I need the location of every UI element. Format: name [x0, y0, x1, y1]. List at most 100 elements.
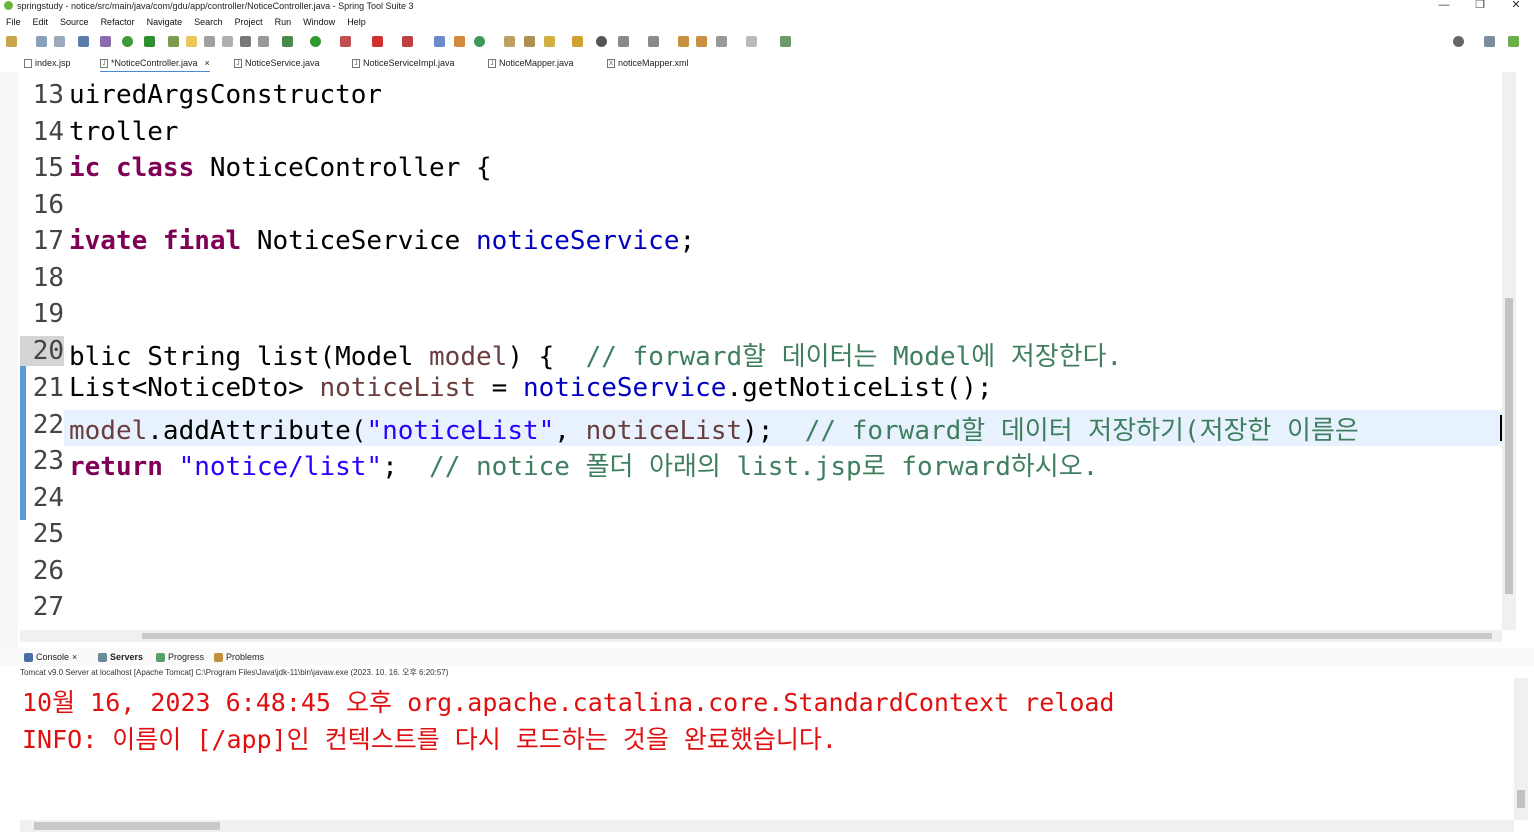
menu-search[interactable]: Search — [188, 14, 229, 30]
code-text: ); — [742, 416, 805, 446]
open-folder-icon[interactable] — [572, 36, 583, 47]
tab-notice-mapper-xml[interactable]: X noticeMapper.xml — [607, 55, 689, 71]
line-number: 23 — [32, 446, 64, 476]
servers-icon — [98, 652, 107, 662]
menu-run[interactable]: Run — [269, 14, 298, 30]
terminal-icon[interactable] — [78, 36, 89, 47]
tab-notice-service[interactable]: J NoticeService.java — [234, 55, 320, 71]
tab-label: Problems — [226, 652, 265, 662]
editor-horizontal-scrollbar[interactable] — [20, 630, 1502, 642]
console-vertical-scrollbar[interactable] — [1514, 678, 1528, 820]
restore-button[interactable]: ❐ — [1462, 0, 1498, 12]
code-text: NoticeService — [241, 226, 476, 256]
scroll-thumb[interactable] — [142, 633, 1492, 639]
tab-servers[interactable]: Servers — [98, 650, 143, 664]
boot-dashboard-icon[interactable] — [122, 36, 133, 47]
java-file-icon: J — [100, 58, 108, 68]
last-edit-icon[interactable] — [678, 36, 689, 47]
tab-notice-service-impl[interactable]: J NoticeServiceImpl.java — [352, 55, 455, 71]
scroll-thumb[interactable] — [34, 822, 220, 830]
open-perspective-icon[interactable] — [1484, 36, 1495, 47]
menu-window[interactable]: Window — [297, 14, 341, 30]
code-text: blic String list(Model — [69, 342, 430, 372]
close-window-button[interactable]: ✕ — [1498, 0, 1534, 12]
tab-console[interactable]: Console × — [24, 650, 77, 664]
close-tab-icon[interactable]: × — [72, 650, 77, 664]
link-icon[interactable] — [100, 36, 111, 47]
previous-annotation-icon[interactable] — [648, 36, 659, 47]
open-resource-icon[interactable] — [524, 36, 535, 47]
refresh-icon[interactable] — [144, 36, 155, 47]
toggle-icon[interactable] — [204, 36, 215, 47]
console-horizontal-scrollbar[interactable] — [20, 820, 1514, 832]
title-bar: springstudy - notice/src/main/java/com/g… — [0, 0, 1534, 12]
run-icon[interactable] — [310, 36, 321, 47]
menu-refactor[interactable]: Refactor — [95, 14, 141, 30]
tab-notice-controller[interactable]: J *NoticeController.java × — [100, 55, 210, 73]
stop-icon[interactable] — [372, 36, 383, 47]
code-line: List<NoticeDto> noticeList = noticeServi… — [69, 373, 993, 403]
debug-icon[interactable] — [282, 36, 293, 47]
scroll-thumb[interactable] — [1505, 298, 1513, 594]
coverage-icon[interactable] — [340, 36, 351, 47]
save-icon[interactable] — [36, 36, 47, 47]
new-class-icon[interactable] — [474, 36, 485, 47]
string-literal: "noticeList" — [366, 416, 555, 446]
new-icon[interactable] — [6, 36, 17, 47]
editor-vertical-scrollbar[interactable] — [1502, 72, 1516, 630]
scroll-thumb[interactable] — [1517, 790, 1525, 808]
new-java-project-icon[interactable] — [434, 36, 445, 47]
next-annotation-icon[interactable] — [618, 36, 629, 47]
comment: // forward할 데이터 저장하기(저장한 이름은 — [804, 416, 1359, 446]
forward-icon[interactable] — [746, 36, 757, 47]
pin-editor-icon[interactable] — [780, 36, 791, 47]
menu-help[interactable]: Help — [341, 14, 372, 30]
menu-edit[interactable]: Edit — [27, 14, 55, 30]
console-line: 10월 16, 2023 6:48:45 오후 org.apache.catal… — [22, 688, 1115, 717]
code-text: ) { — [507, 342, 586, 372]
annotation-icon[interactable] — [258, 36, 269, 47]
line-number: 16 — [32, 190, 64, 220]
code-text: List<NoticeDto> — [69, 373, 320, 403]
line-number: 25 — [32, 519, 64, 549]
menu-project[interactable]: Project — [229, 14, 269, 30]
bottom-panel-tabs: Console × Servers Progress Problems — [0, 648, 1534, 666]
minimize-button[interactable]: — — [1426, 0, 1462, 12]
close-tab-icon[interactable]: × — [205, 55, 210, 71]
main-toolbar — [0, 32, 1534, 52]
task-icon[interactable] — [168, 36, 179, 47]
back-edit-icon[interactable] — [696, 36, 707, 47]
tab-label: NoticeService.java — [245, 58, 320, 68]
tab-problems[interactable]: Problems — [214, 650, 264, 664]
string-literal: "notice/list" — [178, 452, 383, 482]
code-text: uiredArgsConstructor — [69, 80, 383, 110]
spring-perspective-icon[interactable] — [1508, 36, 1519, 47]
tab-notice-mapper-java[interactable]: J NoticeMapper.java — [488, 55, 574, 71]
menu-file[interactable]: File — [0, 14, 27, 30]
code-text: .getNoticeList(); — [726, 373, 993, 403]
line-number: 13 — [32, 80, 64, 110]
menu-navigate[interactable]: Navigate — [141, 14, 189, 30]
search-toolbar-icon[interactable] — [544, 36, 555, 47]
tab-progress[interactable]: Progress — [156, 650, 204, 664]
new-package-icon[interactable] — [454, 36, 465, 47]
back-icon[interactable] — [716, 36, 727, 47]
menu-source[interactable]: Source — [54, 14, 95, 30]
search-icon[interactable] — [1453, 36, 1464, 47]
whitespace-icon[interactable] — [240, 36, 251, 47]
line-number: 19 — [32, 299, 64, 329]
line-number: 21 — [32, 373, 64, 403]
console-output[interactable]: 10월 16, 2023 6:48:45 오후 org.apache.catal… — [20, 678, 1514, 820]
highlight-icon[interactable] — [186, 36, 197, 47]
globe-icon[interactable] — [596, 36, 607, 47]
save-all-icon[interactable] — [54, 36, 65, 47]
external-tools-icon[interactable] — [402, 36, 413, 47]
code-editor[interactable]: 13 uiredArgsConstructor 14 troller 15 ic… — [20, 72, 1502, 630]
line-number: 14 — [32, 117, 64, 147]
tab-label: Console — [36, 652, 70, 662]
open-type-icon[interactable] — [504, 36, 515, 47]
console-line: INFO: 이름이 [/app]인 컨텍스트를 다시 로드하는 것을 완료했습니… — [22, 725, 837, 754]
tab-index-jsp[interactable]: index.jsp — [24, 55, 71, 71]
block-select-icon[interactable] — [222, 36, 233, 47]
